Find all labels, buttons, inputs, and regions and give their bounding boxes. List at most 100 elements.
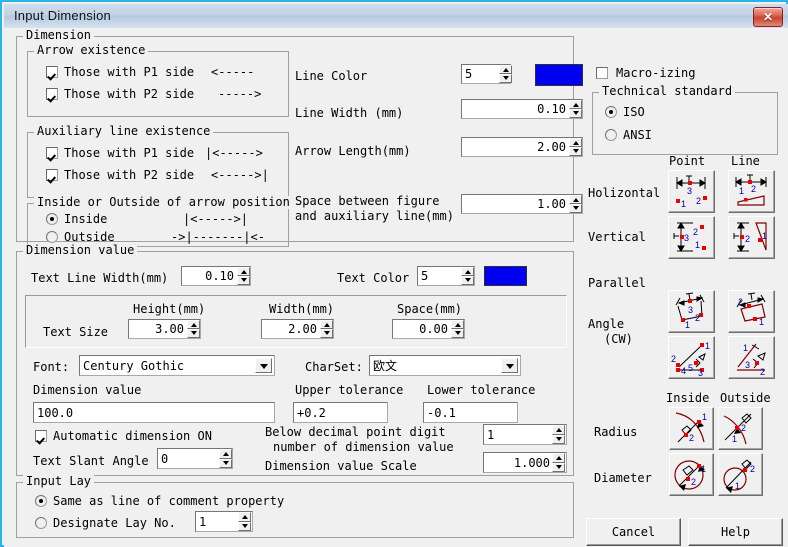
input-lay-legend: Input Lay [23, 475, 95, 488]
thumb-horizontal-line[interactable]: 1 2 [728, 170, 775, 213]
help-button[interactable]: Help [688, 518, 783, 546]
line-width-spinner[interactable] [569, 100, 582, 118]
dimension-group-legend: Dimension [23, 29, 95, 42]
macro-izing-checkbox[interactable] [596, 67, 608, 79]
arrow-existence-group: Arrow existence Those with P1 side <----… [27, 44, 289, 117]
width-label: Width(mm) [269, 302, 335, 316]
svg-text:1: 1 [743, 343, 748, 353]
upper-tolerance-label: Upper tolerance [295, 383, 404, 397]
svg-text:1: 1 [762, 231, 767, 241]
arrow-length-spinner[interactable] [569, 138, 582, 156]
line-color-swatch[interactable] [535, 64, 583, 86]
chevron-down-icon[interactable] [255, 358, 272, 373]
thumb-vertical-point[interactable]: 3 2 1 [668, 216, 715, 259]
arrow-p2-checkbox[interactable] [46, 88, 58, 100]
space-input[interactable]: 1.00 [461, 194, 583, 214]
text-color-swatch[interactable] [484, 266, 527, 286]
auxiliary-p1-label: Those with P1 side [64, 146, 195, 160]
svg-text:3: 3 [745, 360, 750, 370]
designate-lay-radio[interactable] [35, 517, 47, 529]
decimal-label-line1: Below decimal point digit [265, 425, 446, 439]
text-space-spinner[interactable] [451, 320, 464, 338]
svg-text:3: 3 [684, 233, 689, 243]
scale-spinner[interactable] [552, 453, 565, 472]
arrow-length-input[interactable]: 2.00 [461, 137, 583, 157]
text-color-spinner[interactable] [461, 267, 474, 285]
svg-text:2: 2 [695, 313, 700, 323]
dimension-group: Dimension Arrow existence Those with P1 … [16, 29, 583, 247]
column-header-line: Line [731, 154, 760, 168]
outside-radio[interactable] [46, 231, 58, 243]
svg-text:5: 5 [688, 363, 693, 373]
text-slant-spinner[interactable] [219, 449, 232, 468]
thumb-diameter-outside[interactable]: 2 1 [718, 453, 763, 496]
arrow-p1-checkbox[interactable] [46, 66, 58, 78]
automatic-dimension-checkbox[interactable] [35, 430, 47, 442]
upper-tolerance-input[interactable]: +0.2 [293, 402, 388, 423]
thumb-angle-line[interactable]: 1 3 2 [728, 336, 775, 379]
inside-radio[interactable] [46, 213, 58, 225]
ansi-radio[interactable] [605, 129, 617, 141]
auxiliary-p2-checkbox[interactable] [46, 169, 58, 181]
svg-text:4: 4 [681, 366, 686, 376]
arrow-existence-legend: Arrow existence [34, 44, 149, 57]
line-width-input[interactable]: 0.10 [461, 99, 583, 119]
thumb-parallel-line[interactable]: 2 1 [728, 290, 775, 333]
text-line-width-spinner[interactable] [237, 267, 250, 285]
thumb-radius-inside[interactable]: 1 2 [669, 407, 714, 450]
font-combo[interactable]: Century Gothic [79, 355, 275, 376]
text-slant-label: Text Slant Angle [33, 454, 149, 468]
iso-radio[interactable] [605, 106, 617, 118]
thumb-angle-point[interactable]: 1 2 4 5 3 [668, 336, 715, 379]
arrow-length-label: Arrow Length(mm) [295, 144, 411, 158]
space-size-label: Space(mm) [397, 302, 463, 316]
svg-text:1: 1 [735, 481, 740, 491]
technical-standard-legend: Technical standard [599, 85, 736, 98]
thumb-parallel-point[interactable]: 3 1 2 [668, 290, 715, 333]
auxiliary-line-legend: Auxiliary line existence [34, 125, 214, 138]
charset-value: 欧文 [373, 359, 398, 373]
decimal-digits-spinner[interactable] [552, 425, 565, 444]
cancel-button[interactable]: Cancel [586, 518, 681, 546]
text-height-spinner[interactable] [187, 320, 200, 338]
inside-outside-group: Inside or Outside of arrow position Insi… [27, 196, 293, 247]
font-value: Century Gothic [83, 358, 185, 373]
auxiliary-p1-checkbox[interactable] [46, 147, 58, 159]
close-button[interactable]: ✕ [753, 7, 783, 27]
svg-text:2: 2 [693, 227, 698, 237]
row-label-diameter: Diameter [594, 471, 652, 485]
lower-tolerance-input[interactable]: -0.1 [423, 402, 518, 423]
svg-text:1: 1 [695, 240, 700, 250]
svg-text:1: 1 [681, 199, 686, 209]
line-color-spinner[interactable] [499, 65, 512, 83]
window-title: Input Dimension [14, 8, 111, 23]
svg-text:3: 3 [688, 305, 693, 315]
dim-value-input[interactable]: 100.0 [33, 402, 275, 423]
thumb-radius-outside[interactable]: 2 1 [718, 407, 763, 450]
same-as-line-radio[interactable] [35, 495, 47, 507]
arrow-p2-art: -----> [218, 87, 262, 101]
charset-combo[interactable]: 欧文 [369, 355, 521, 376]
space-spinner[interactable] [569, 195, 582, 213]
thumb-diameter-inside[interactable]: 1 2 [669, 453, 714, 496]
svg-text:2: 2 [738, 297, 743, 307]
row-label-radius: Radius [594, 425, 638, 439]
svg-text:1: 1 [701, 464, 706, 474]
dim-value-label: Dimension value [33, 383, 142, 397]
text-color-label: Text Color [337, 271, 410, 285]
same-as-line-label: Same as line of comment property [53, 494, 285, 508]
svg-text:2: 2 [750, 464, 755, 474]
decimal-label-line2: number of dimension value [273, 440, 454, 454]
column-header-point: Point [669, 154, 706, 168]
lower-tolerance-label: Lower tolerance [427, 383, 536, 397]
chevron-down-icon[interactable] [501, 358, 518, 373]
thumb-vertical-line[interactable]: 2 1 [728, 216, 775, 259]
svg-text:2: 2 [691, 477, 696, 487]
svg-text:1: 1 [759, 317, 764, 327]
text-width-spinner[interactable] [320, 320, 333, 338]
designate-lay-spinner[interactable] [238, 512, 251, 531]
designate-lay-label: Designate Lay No. [53, 516, 176, 530]
thumb-horizontal-point[interactable]: 3 1 2 [668, 170, 715, 213]
charset-label: CharSet: [305, 360, 363, 374]
font-label: Font: [33, 360, 70, 374]
